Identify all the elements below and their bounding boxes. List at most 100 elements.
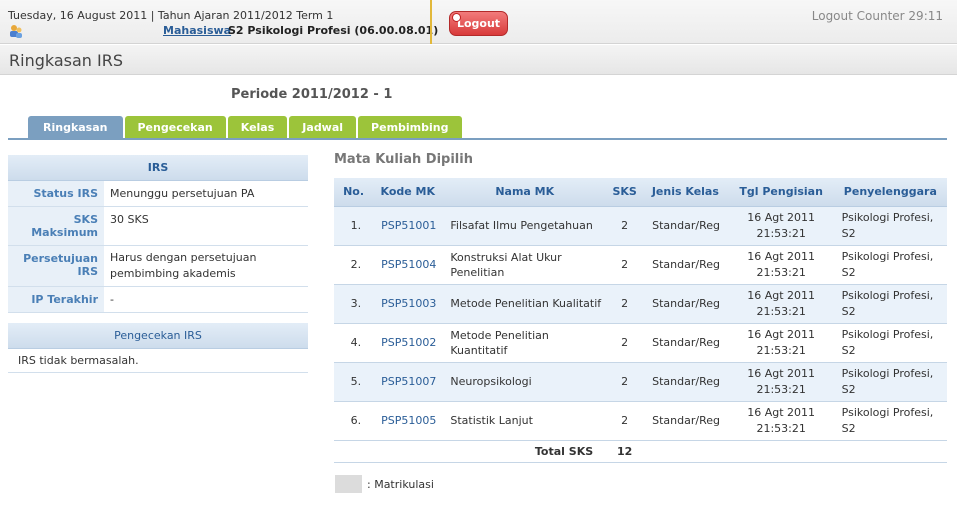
cell-kode-link[interactable]: PSP51002 (373, 323, 443, 363)
cell-nama: Metode Penelitian Kuantitatif (442, 323, 608, 363)
tab-kelas[interactable]: Kelas (227, 116, 288, 139)
cell-nama: Neuropsikologi (442, 362, 608, 402)
cell-no: 4. (334, 323, 374, 363)
logout-counter: Logout Counter 29:11 (811, 9, 943, 23)
irs-panel: IRS Status IRS Menunggu persetujuan PA S… (8, 155, 308, 373)
cell-tgl: 16 Agt 2011 21:53:21 (728, 284, 834, 324)
cell-nama: Filsafat Ilmu Pengetahuan (442, 206, 608, 246)
mata-kuliah-title: Mata Kuliah Dipilih (334, 152, 473, 167)
cell-penyelenggara: Psikologi Profesi, S2 (833, 284, 947, 324)
col-header-tgl: Tgl Pengisian (728, 178, 834, 207)
cell-tgl: 16 Agt 2011 21:53:21 (728, 323, 834, 363)
tab-pengecekan[interactable]: Pengecekan (124, 116, 226, 139)
col-header-jenis: Jenis Kelas (642, 178, 729, 207)
cell-sks: 2 (607, 401, 643, 441)
page-title: Ringkasan IRS (9, 51, 124, 70)
col-header-penyelenggara: Penyelenggara (833, 178, 947, 207)
irs-key: Persetujuan IRS (8, 246, 104, 286)
cell-sks: 2 (607, 245, 643, 285)
tab-ringkasan[interactable]: Ringkasan (28, 116, 123, 139)
pengecekan-body: IRS tidak bermasalah. (8, 349, 308, 373)
date-term-line: Tuesday, 16 August 2011 | Tahun Ajaran 2… (8, 9, 334, 22)
logout-label: Logout (456, 17, 501, 30)
irs-value: 30 SKS (110, 213, 149, 226)
cell-kode-link[interactable]: PSP51003 (373, 284, 443, 324)
table-row: 5. PSP51007 Neuropsikologi 2 Standar/Reg… (334, 362, 947, 402)
cell-jenis: Standar/Reg (642, 284, 729, 324)
user-group-icon (10, 25, 22, 38)
cell-kode-link[interactable]: PSP51007 (373, 362, 443, 402)
program-label: S2 Psikologi Profesi (06.00.08.01) (228, 24, 439, 37)
col-header-no: No. (334, 178, 374, 207)
cell-no: 3. (334, 284, 374, 324)
cell-nama: Konstruksi Alat Ukur Penelitian (442, 245, 608, 285)
col-header-kode: Kode MK (373, 178, 443, 207)
cell-no: 6. (334, 401, 374, 441)
irs-key: SKS Maksimum (8, 207, 104, 245)
cell-tgl: 16 Agt 2011 21:53:21 (728, 401, 834, 441)
periode-heading: Periode 2011/2012 - 1 (231, 87, 393, 102)
irs-value: - (110, 293, 114, 306)
cell-no: 5. (334, 362, 374, 402)
role-link[interactable]: Mahasiswa (163, 24, 231, 37)
irs-row-status: Status IRS Menunggu persetujuan PA (8, 181, 308, 207)
table-row: 6. PSP51005 Statistik Lanjut 2 Standar/R… (334, 401, 947, 441)
cell-kode-link[interactable]: PSP51004 (373, 245, 443, 285)
cell-jenis: Standar/Reg (642, 245, 729, 285)
cell-no: 1. (334, 206, 374, 246)
cell-jenis: Standar/Reg (642, 401, 729, 441)
header-divider (430, 0, 432, 44)
cell-penyelenggara: Psikologi Profesi, S2 (833, 323, 947, 363)
logout-button[interactable]: Logout (449, 11, 508, 36)
legend: : Matrikulasi (335, 475, 434, 493)
table-row: 4. PSP51002 Metode Penelitian Kuantitati… (334, 323, 947, 363)
pengecekan-heading: Pengecekan IRS (8, 323, 308, 349)
table-row: 2. PSP51004 Konstruksi Alat Ukur Penelit… (334, 245, 947, 285)
legend-label: : Matrikulasi (367, 477, 434, 491)
table-row: 3. PSP51003 Metode Penelitian Kualitatif… (334, 284, 947, 324)
irs-row-sks-maksimum: SKS Maksimum 30 SKS (8, 207, 308, 246)
top-header: Tuesday, 16 August 2011 | Tahun Ajaran 2… (0, 0, 957, 44)
total-sks-value: 12 (607, 440, 643, 463)
table-row: 1. PSP51001 Filsafat Ilmu Pengetahuan 2 … (334, 206, 947, 246)
irs-heading: IRS (8, 155, 308, 181)
mata-kuliah-table: No. Kode MK Nama MK SKS Jenis Kelas Tgl … (334, 178, 947, 463)
irs-row-persetujuan: Persetujuan IRS Harus dengan persetujuan… (8, 246, 308, 287)
cell-sks: 2 (607, 323, 643, 363)
irs-value: Menunggu persetujuan PA (110, 187, 255, 200)
irs-key: IP Terakhir (8, 287, 104, 312)
irs-key: Status IRS (8, 181, 104, 206)
total-row-spacer (642, 440, 947, 463)
cell-kode-link[interactable]: PSP51001 (373, 206, 443, 246)
cell-nama: Statistik Lanjut (442, 401, 608, 441)
power-icon (452, 13, 461, 22)
cell-jenis: Standar/Reg (642, 362, 729, 402)
total-sks-label: Total SKS (334, 440, 608, 463)
irs-value: Harus dengan persetujuan pembimbing akad… (110, 251, 257, 280)
tab-jadwal[interactable]: Jadwal (289, 116, 357, 139)
irs-row-ip-terakhir: IP Terakhir - (8, 287, 308, 313)
cell-sks: 2 (607, 362, 643, 402)
cell-penyelenggara: Psikologi Profesi, S2 (833, 401, 947, 441)
col-header-sks: SKS (607, 178, 643, 207)
cell-kode-link[interactable]: PSP51005 (373, 401, 443, 441)
cell-penyelenggara: Psikologi Profesi, S2 (833, 206, 947, 246)
col-header-nama: Nama MK (442, 178, 608, 207)
table-header-row: No. Kode MK Nama MK SKS Jenis Kelas Tgl … (334, 178, 947, 207)
cell-tgl: 16 Agt 2011 21:53:21 (728, 362, 834, 402)
tab-bar: Ringkasan Pengecekan Kelas Jadwal Pembim… (28, 116, 464, 139)
cell-tgl: 16 Agt 2011 21:53:21 (728, 206, 834, 246)
cell-penyelenggara: Psikologi Profesi, S2 (833, 245, 947, 285)
cell-nama: Metode Penelitian Kualitatif (442, 284, 608, 324)
cell-jenis: Standar/Reg (642, 206, 729, 246)
total-row: Total SKS 12 (334, 440, 947, 463)
cell-sks: 2 (607, 206, 643, 246)
cell-tgl: 16 Agt 2011 21:53:21 (728, 245, 834, 285)
tab-underline (8, 138, 947, 140)
cell-no: 2. (334, 245, 374, 285)
page-title-bar: Ringkasan IRS (0, 45, 957, 75)
tab-pembimbing[interactable]: Pembimbing (358, 116, 462, 139)
cell-penyelenggara: Psikologi Profesi, S2 (833, 362, 947, 402)
cell-sks: 2 (607, 284, 643, 324)
matrikulasi-swatch (335, 475, 362, 493)
